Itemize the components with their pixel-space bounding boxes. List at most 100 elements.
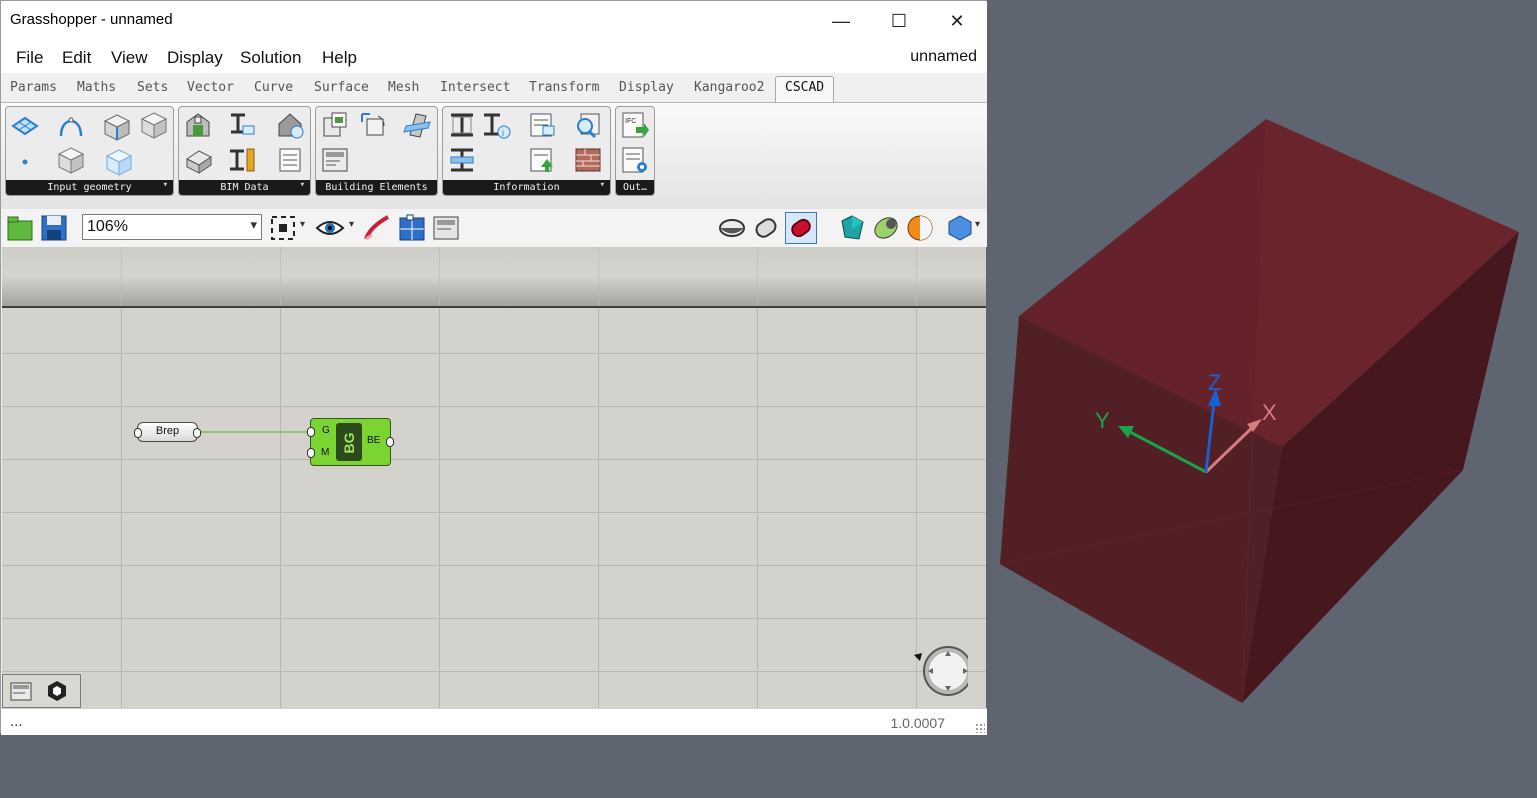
query-icon[interactable]	[573, 110, 603, 140]
element-generator-icon[interactable]	[320, 110, 350, 140]
extrusion-icon[interactable]	[183, 145, 213, 175]
chevron-down-icon[interactable]: ▾	[975, 219, 980, 230]
bake-icon[interactable]	[837, 213, 867, 243]
solid-icon[interactable]	[139, 110, 169, 140]
output-grip[interactable]	[193, 428, 201, 438]
axis-z-label: Z	[1208, 370, 1221, 395]
menu-file[interactable]: File	[16, 48, 43, 68]
menu-help[interactable]: Help	[322, 48, 357, 68]
data-sheet-icon[interactable]	[275, 145, 305, 175]
house-tag-icon[interactable]	[275, 110, 305, 140]
bg-component-node[interactable]: G M BG BE	[307, 418, 394, 466]
chevron-down-icon: ▾	[250, 217, 257, 232]
menu-display[interactable]: Display	[167, 48, 223, 68]
version-label: 1.0.0007	[890, 715, 946, 731]
info-sheet-icon[interactable]	[527, 110, 557, 140]
sketch-pen-icon[interactable]	[362, 213, 392, 243]
tab-curve[interactable]: Curve	[254, 80, 293, 95]
canvas-grid-icon[interactable]	[397, 213, 427, 243]
zoom-extents-icon[interactable]	[268, 213, 298, 243]
resize-grip-icon[interactable]	[975, 723, 985, 733]
panel-title: Input geometry	[47, 182, 132, 193]
minimize-icon: —	[832, 10, 850, 31]
ifc-export-icon[interactable]: IFC	[620, 110, 650, 140]
panel-expand-icon[interactable]: ▾	[600, 178, 605, 193]
tab-surface[interactable]: Surface	[314, 80, 369, 95]
ribbon: Input geometry ▾ BIM Data ▾ Building Eleme…	[1, 102, 987, 210]
tab-vector[interactable]: Vector	[187, 80, 234, 95]
selected-preview-button[interactable]	[785, 212, 817, 244]
material-preview-icon[interactable]	[905, 213, 935, 243]
save-file-icon[interactable]	[39, 213, 69, 243]
menu-solution[interactable]: Solution	[240, 48, 301, 68]
beam-measure-icon[interactable]	[227, 145, 257, 175]
mesh-quality-icon[interactable]	[945, 213, 975, 243]
panel-output: IFC Out…	[615, 106, 655, 196]
wireframe-preview-icon[interactable]	[717, 213, 747, 243]
bim-building-icon[interactable]	[183, 110, 213, 140]
beam-section-icon[interactable]	[447, 110, 477, 140]
output-settings-icon[interactable]	[620, 145, 650, 175]
export-sheet-icon[interactable]	[527, 145, 557, 175]
beam-info-icon[interactable]: i	[481, 110, 511, 140]
element-panel-icon[interactable]	[320, 145, 350, 175]
element-transform-icon[interactable]	[358, 110, 388, 140]
grasshopper-canvas[interactable]: Brep G M BG BE	[2, 247, 986, 708]
canvas-panel-icon[interactable]	[431, 213, 461, 243]
menu-view[interactable]: View	[111, 48, 148, 68]
panel-expand-icon[interactable]: ▾	[300, 178, 305, 193]
preview-eye-icon[interactable]	[315, 213, 345, 243]
output-grip-be[interactable]	[386, 437, 394, 447]
chevron-down-icon[interactable]: ▾	[300, 219, 305, 230]
tab-kangaroo2[interactable]: Kangaroo2	[694, 80, 764, 95]
close-button[interactable]: ✕	[928, 1, 986, 41]
beam-tag-icon[interactable]	[227, 110, 257, 140]
brep-param-node[interactable]: Brep	[134, 422, 201, 442]
brick-wall-icon[interactable]	[573, 145, 603, 175]
tab-cscad[interactable]: CSCAD	[775, 76, 835, 102]
solver-settings-icon[interactable]	[45, 679, 69, 703]
zoom-level-value: 106%	[87, 218, 128, 235]
plane-icon[interactable]	[10, 112, 40, 142]
tab-maths[interactable]: Maths	[77, 80, 116, 95]
panel-toggle-icon[interactable]	[9, 680, 33, 702]
tab-params[interactable]: Params	[10, 80, 57, 95]
axis-x-label: X	[1262, 400, 1277, 425]
grasshopper-window: Grasshopper - unnamed — ☐ ✕ File Edit Vi…	[0, 0, 987, 735]
chevron-down-icon[interactable]: ▾	[349, 219, 354, 230]
input-grip[interactable]	[134, 428, 142, 438]
shaded-preview-icon[interactable]	[751, 213, 781, 243]
input-grip-g[interactable]	[307, 427, 315, 437]
panel-bim-data: BIM Data ▾	[178, 106, 311, 196]
tab-intersect[interactable]: Intersect	[440, 80, 510, 95]
open-file-icon[interactable]	[5, 213, 35, 243]
zoom-level-select[interactable]: 106% ▾	[82, 214, 262, 240]
navigation-compass-icon[interactable]	[912, 643, 968, 699]
panel-label-information: Information ▾	[443, 180, 610, 195]
panel-label-bim-data: BIM Data ▾	[179, 180, 310, 195]
tab-display[interactable]: Display	[619, 80, 674, 95]
maximize-icon: ☐	[890, 10, 908, 31]
input-label-g: G	[322, 425, 330, 436]
box-icon[interactable]	[102, 112, 132, 142]
component-tabs: Params Maths Sets Vector Curve Surface M…	[1, 73, 987, 103]
input-grip-m[interactable]	[307, 448, 315, 458]
maximize-button[interactable]: ☐	[870, 1, 928, 41]
curve-icon[interactable]	[56, 110, 86, 140]
tab-mesh[interactable]: Mesh	[388, 80, 419, 95]
mesh-icon[interactable]	[104, 147, 134, 177]
custom-preview-icon[interactable]	[871, 213, 901, 243]
input-label-m: M	[321, 447, 330, 458]
tab-transform[interactable]: Transform	[529, 80, 599, 95]
menu-edit[interactable]: Edit	[62, 48, 91, 68]
panel-label-output: Out…	[616, 180, 654, 195]
wall-icon[interactable]	[402, 110, 432, 140]
tab-sets[interactable]: Sets	[137, 80, 168, 95]
beam-split-icon[interactable]	[447, 145, 477, 175]
selected-preview-icon	[791, 218, 811, 238]
brep-icon[interactable]	[56, 145, 86, 175]
minimize-button[interactable]: —	[812, 1, 870, 41]
title-bar[interactable]: Grasshopper - unnamed — ☐ ✕	[1, 1, 987, 41]
panel-expand-icon[interactable]: ▾	[163, 178, 168, 193]
point-icon[interactable]	[10, 147, 40, 177]
